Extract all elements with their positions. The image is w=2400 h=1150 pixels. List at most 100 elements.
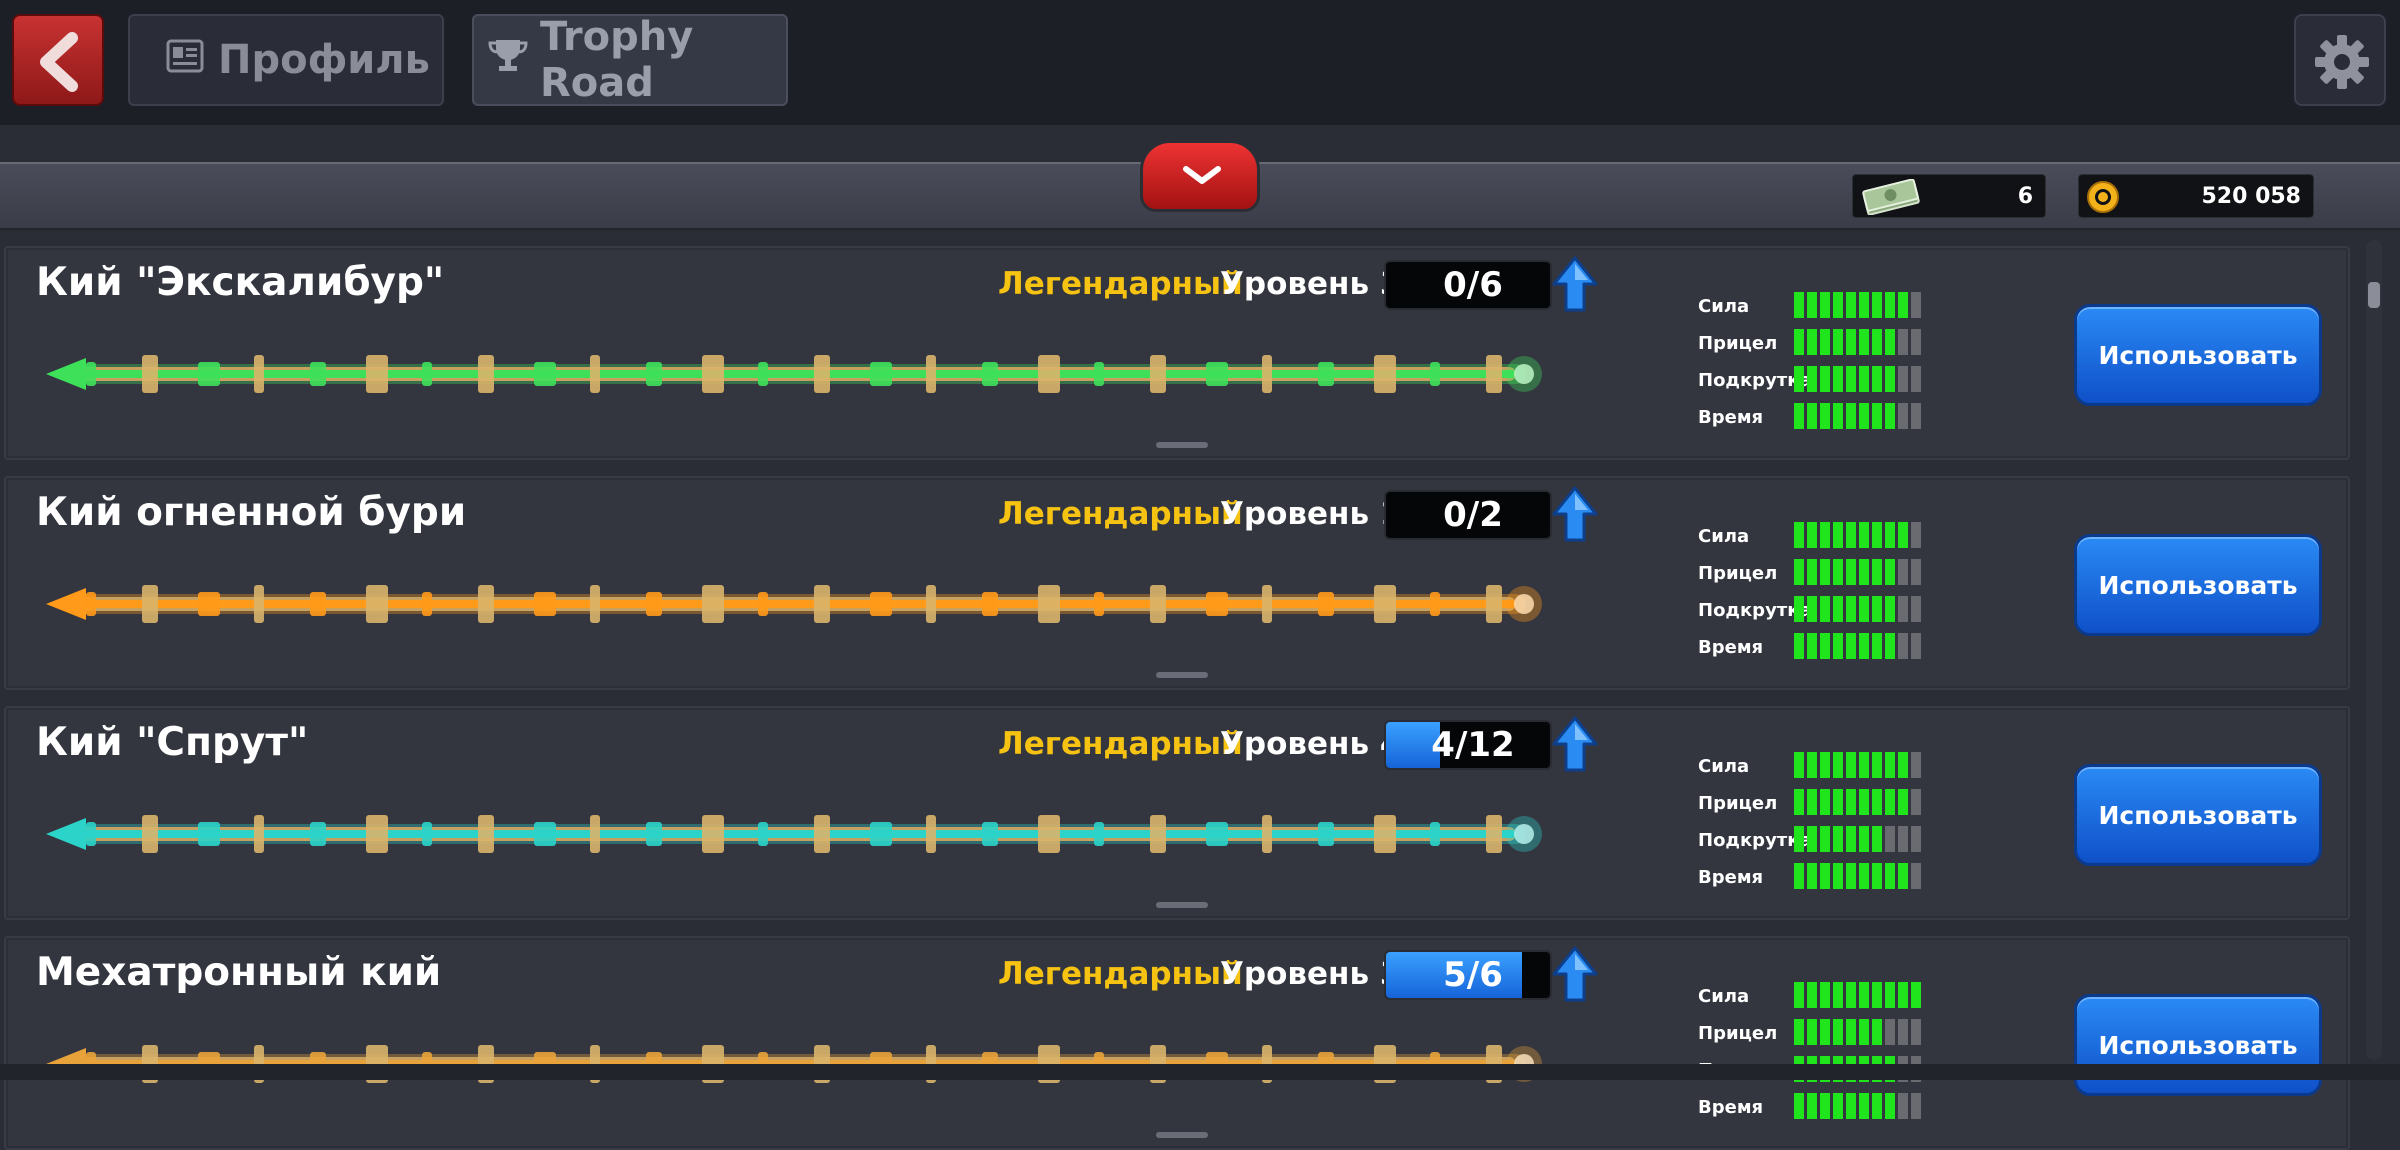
upgrade-arrow-icon[interactable]: [1552, 486, 1598, 544]
upgrade-arrow-icon[interactable]: [1552, 716, 1598, 774]
coins-counter[interactable]: 520 058: [2078, 174, 2314, 218]
use-button[interactable]: Использовать: [2074, 304, 2322, 406]
stat-bar: [1794, 633, 1921, 659]
stat-segment: [1807, 522, 1817, 548]
stat-segment: [1911, 982, 1921, 1008]
stat-segment: [1898, 1093, 1908, 1119]
stat-segment: [1872, 292, 1882, 318]
coins-value: 520 058: [2201, 183, 2301, 209]
upgrade-progress-text: 0/6: [1443, 265, 1503, 305]
stat-segment: [1898, 633, 1908, 659]
upgrade-progress: 0/2: [1384, 490, 1552, 540]
stat-segment: [1833, 982, 1843, 1008]
scrollbar-track[interactable]: [2366, 240, 2382, 1060]
stat-segment: [1872, 752, 1882, 778]
stat-segment: [1859, 329, 1869, 355]
stat-segment: [1898, 403, 1908, 429]
stat-segment: [1794, 1019, 1804, 1045]
rarity-label: Легендарный: [998, 496, 1243, 532]
upgrade-progress: 5/6: [1384, 950, 1552, 1000]
stat-segment: [1911, 366, 1921, 392]
stat-segment: [1859, 292, 1869, 318]
stat-segment: [1807, 752, 1817, 778]
cue-name: Кий огненной бури: [36, 490, 467, 535]
stat-bar: [1794, 789, 1921, 815]
stat-segment: [1846, 826, 1856, 852]
expand-handle[interactable]: [1156, 672, 1208, 678]
stat-label: Время: [1698, 867, 1764, 888]
use-button[interactable]: Использовать: [2074, 534, 2322, 636]
cue-card[interactable]: Кий "Спрут" Легендарный Уровень 4 4/12 С…: [4, 706, 2350, 920]
stat-segment: [1820, 292, 1830, 318]
scrollbar-thumb[interactable]: [2368, 282, 2380, 308]
tab-profile-label: Профиль: [218, 37, 430, 83]
expand-handle[interactable]: [1156, 1132, 1208, 1138]
cue-image: [46, 585, 1542, 623]
stat-segment: [1885, 982, 1895, 1008]
stat-segment: [1846, 1093, 1856, 1119]
stat-segment: [1820, 1019, 1830, 1045]
rarity-label: Легендарный: [998, 266, 1243, 302]
stat-segment: [1911, 633, 1921, 659]
stat-segment: [1859, 826, 1869, 852]
stat-segment: [1794, 292, 1804, 318]
cue-card[interactable]: Кий огненной бури Легендарный Уровень 1 …: [4, 476, 2350, 690]
stat-segment: [1885, 292, 1895, 318]
settings-button[interactable]: [2294, 14, 2386, 106]
expand-handle[interactable]: [1156, 442, 1208, 448]
back-button[interactable]: [12, 14, 104, 106]
stat-segment: [1833, 403, 1843, 429]
stat-bar: [1794, 826, 1921, 852]
stat-segment: [1898, 292, 1908, 318]
stat-segment: [1859, 752, 1869, 778]
stat-segment: [1820, 329, 1830, 355]
upgrade-arrow-icon[interactable]: [1552, 946, 1598, 1004]
stat-bar: [1794, 1093, 1921, 1119]
stat-segment: [1872, 789, 1882, 815]
stat-segment: [1911, 826, 1921, 852]
stat-segment: [1872, 633, 1882, 659]
stat-segment: [1846, 1019, 1856, 1045]
stat-segment: [1794, 863, 1804, 889]
stat-segment: [1859, 1093, 1869, 1119]
stat-segment: [1859, 403, 1869, 429]
tab-profile[interactable]: Профиль: [128, 14, 444, 106]
cue-name: Кий "Экскалибур": [36, 260, 445, 305]
stat-segment: [1911, 752, 1921, 778]
stat-segment: [1898, 559, 1908, 585]
stat-segment: [1833, 633, 1843, 659]
stat-segment: [1807, 789, 1817, 815]
level-label: Уровень 4: [1220, 726, 1402, 762]
stat-segment: [1911, 329, 1921, 355]
stat-label: Сила: [1698, 526, 1750, 547]
use-button[interactable]: Использовать: [2074, 994, 2322, 1096]
stat-segment: [1846, 982, 1856, 1008]
stat-segment: [1794, 596, 1804, 622]
expand-handle[interactable]: [1156, 902, 1208, 908]
stat-segment: [1911, 1093, 1921, 1119]
stat-segment: [1794, 522, 1804, 548]
stat-segment: [1872, 1093, 1882, 1119]
bottom-edge: [0, 1064, 2400, 1080]
stat-segment: [1872, 366, 1882, 392]
stat-segment: [1846, 292, 1856, 318]
stat-segment: [1859, 1019, 1869, 1045]
stat-segment: [1807, 982, 1817, 1008]
stat-segment: [1833, 863, 1843, 889]
tab-trophy-road[interactable]: Trophy Road: [472, 14, 788, 106]
cue-card[interactable]: Кий "Экскалибур" Легендарный Уровень 3 0…: [4, 246, 2350, 460]
cash-counter[interactable]: 6: [1852, 174, 2046, 218]
stat-label: Время: [1698, 637, 1764, 658]
cue-card[interactable]: Мехатронный кий Легендарный Уровень 3 5/…: [4, 936, 2350, 1150]
stat-segment: [1794, 982, 1804, 1008]
stat-segment: [1885, 403, 1895, 429]
stat-label: Прицел: [1698, 563, 1778, 584]
rarity-label: Легендарный: [998, 956, 1243, 992]
stat-segment: [1859, 522, 1869, 548]
use-button[interactable]: Использовать: [2074, 764, 2322, 866]
stat-segment: [1807, 403, 1817, 429]
upgrade-arrow-icon[interactable]: [1552, 256, 1598, 314]
stat-segment: [1846, 752, 1856, 778]
collapse-button[interactable]: [1140, 140, 1260, 212]
level-label: Уровень 3: [1220, 956, 1402, 992]
